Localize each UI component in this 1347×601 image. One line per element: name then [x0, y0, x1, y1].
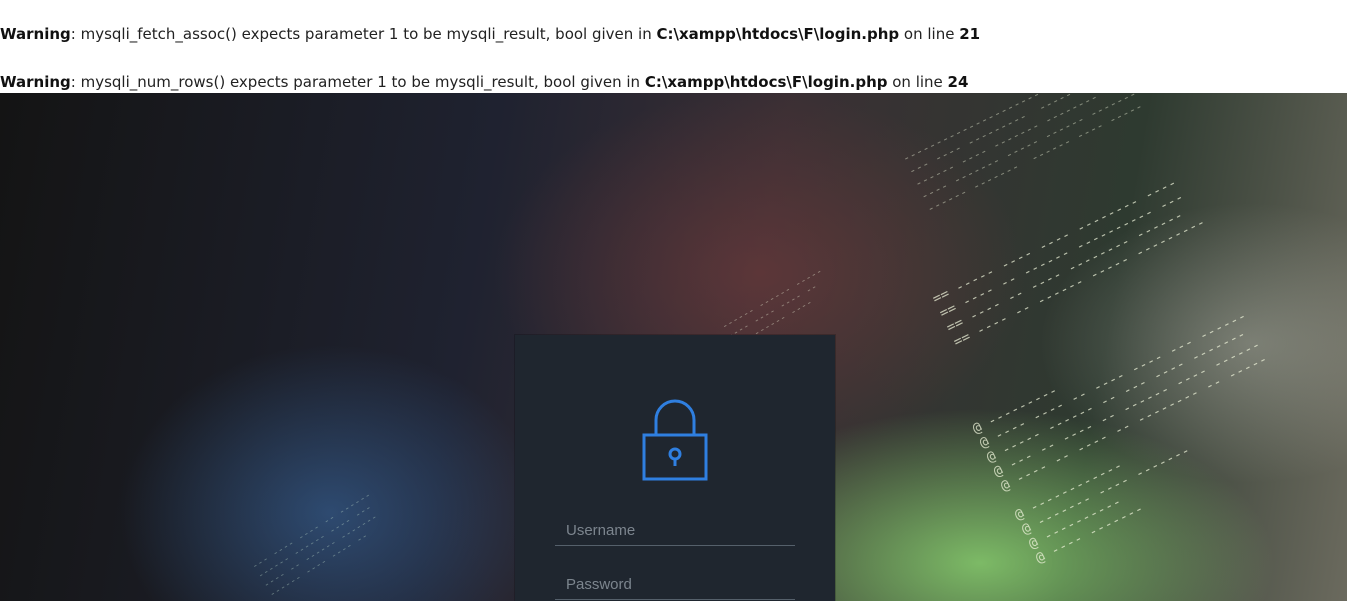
warning-line-number: 21 — [959, 25, 981, 43]
warning-label: Warning — [0, 25, 71, 43]
background-code-texture: --- ---- ---- -- ------ ------ ------ --… — [250, 489, 380, 601]
background-code-texture: -------------------------------- --- ---… — [900, 93, 1145, 216]
password-input[interactable] — [555, 570, 795, 600]
lock-icon — [642, 399, 708, 481]
warning-on-line: on line — [899, 25, 960, 43]
warning-message: : mysqli_fetch_assoc() expects parameter… — [70, 25, 657, 43]
warning-file: C:\xampp\htdocs\F\login.php — [656, 25, 900, 43]
username-input[interactable] — [555, 516, 795, 546]
warning-line: Warning: mysqli_fetch_assoc() expects pa… — [0, 24, 980, 44]
warning-line: Warning: mysqli_num_rows() expects param… — [0, 72, 968, 92]
warning-file: C:\xampp\htdocs\F\login.php — [644, 73, 888, 91]
warning-line-number: 24 — [947, 73, 969, 91]
warning-label: Warning — [0, 73, 71, 91]
login-card — [515, 335, 835, 601]
php-warnings: Warning: mysqli_fetch_assoc() expects pa… — [0, 0, 1347, 93]
warning-message: : mysqli_num_rows() expects parameter 1 … — [70, 73, 645, 91]
background-code-texture: @ --------- @ ---- ---- -- ---- ---- ---… — [970, 308, 1271, 567]
background-code-texture: == ----- ---- ---- -------- ---- == ----… — [930, 174, 1209, 351]
warning-on-line: on line — [887, 73, 948, 91]
